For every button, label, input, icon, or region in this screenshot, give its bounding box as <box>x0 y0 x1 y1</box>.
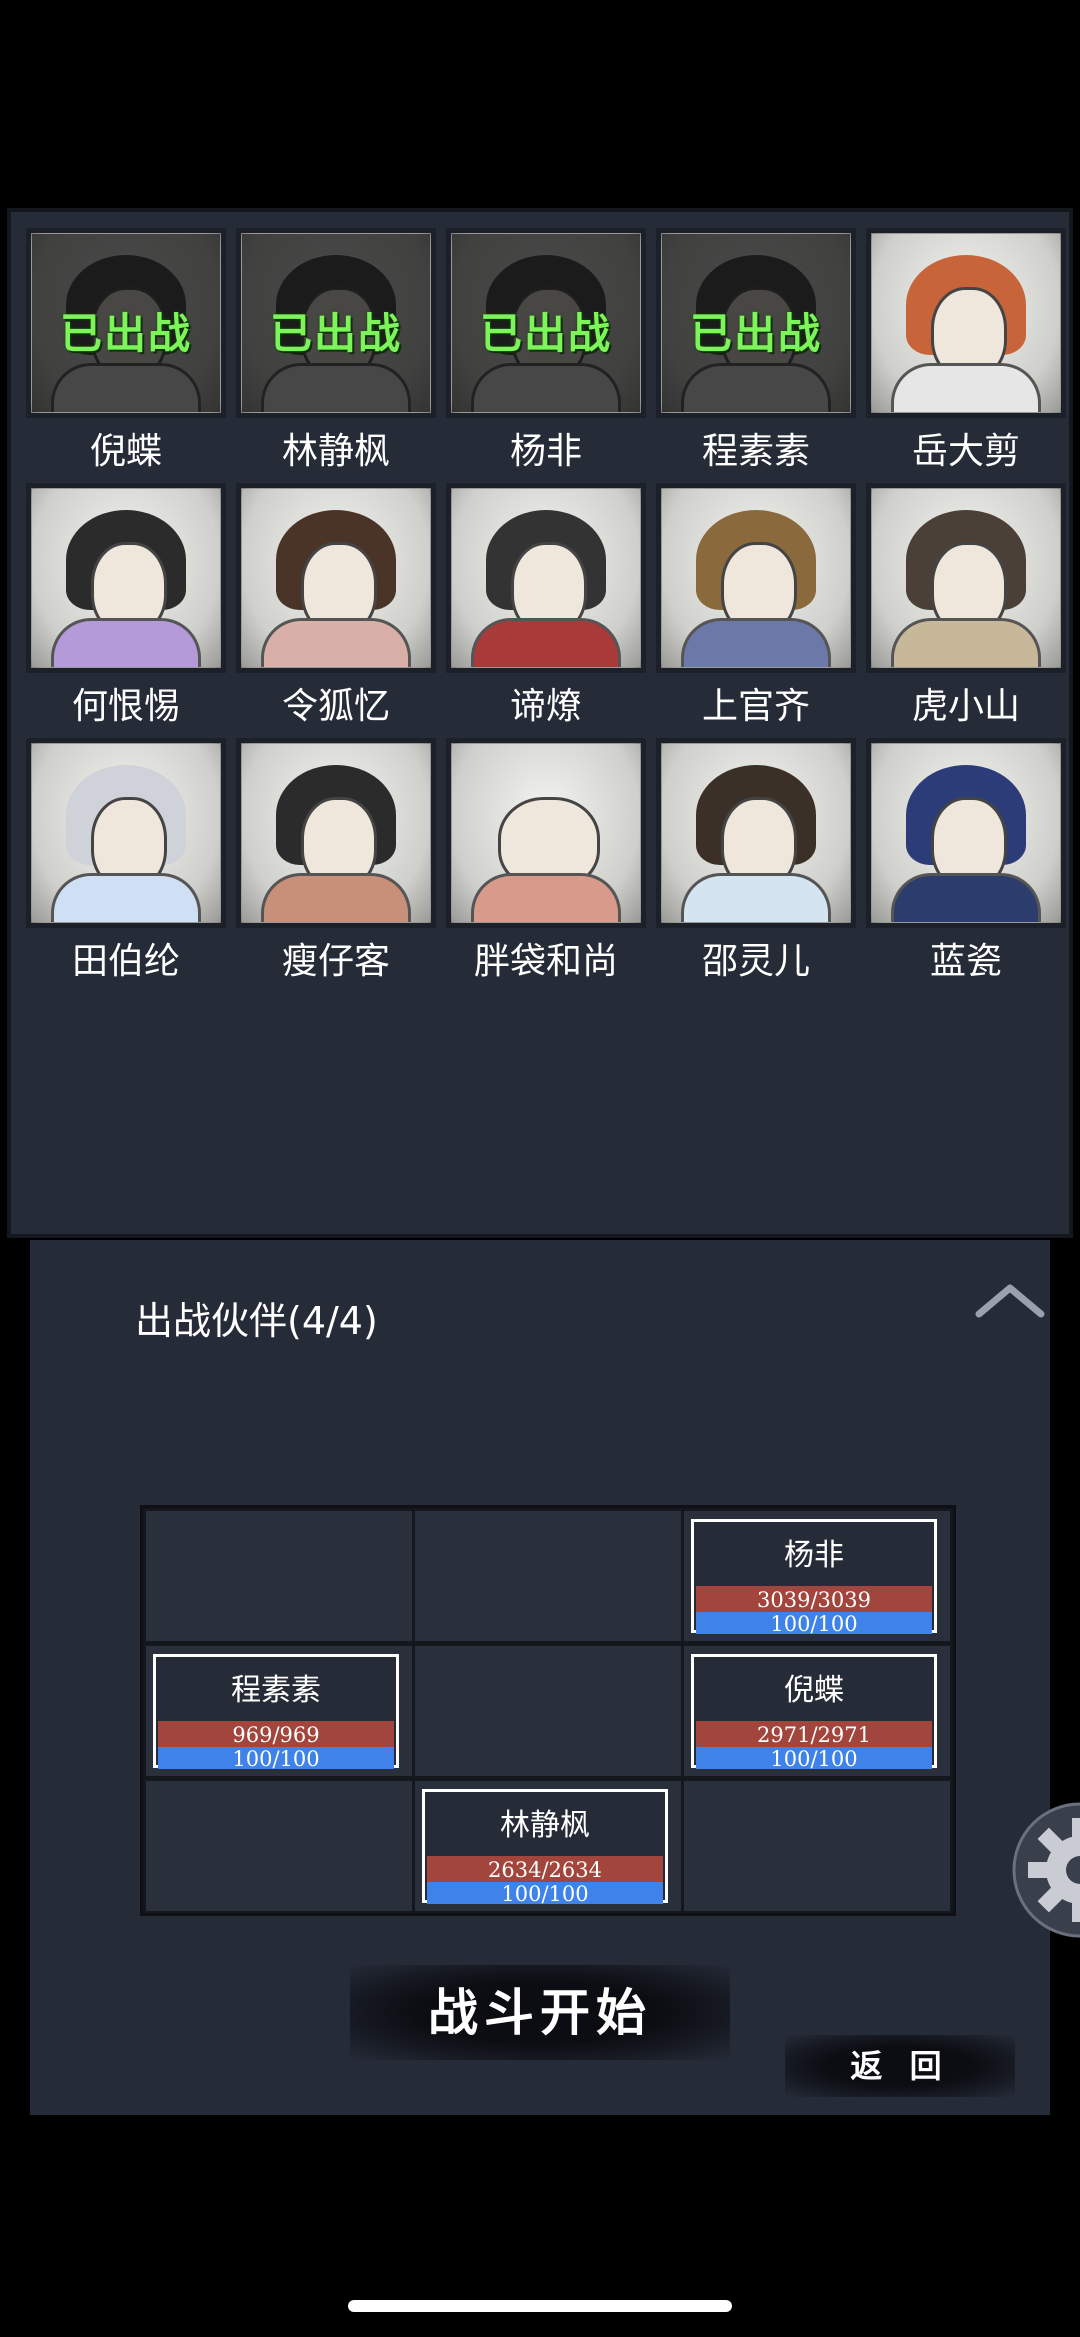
mp-bar: 100/100 <box>696 1612 932 1636</box>
unit-name: 程素素 <box>231 1673 321 1708</box>
mp-bar: 100/100 <box>427 1882 663 1906</box>
unit-name: 倪蝶 <box>784 1673 844 1708</box>
companion-portrait <box>872 234 1060 412</box>
formation-slot[interactable] <box>684 1781 950 1911</box>
companion-card-shangguanqi[interactable] <box>656 483 856 673</box>
formation-slot[interactable] <box>415 1646 681 1776</box>
companion-card-shaolinger[interactable] <box>656 738 856 928</box>
companion-name: 岳大剪 <box>911 431 1020 472</box>
unit-name: 林静枫 <box>500 1808 590 1843</box>
companion-name: 蓝瓷 <box>929 941 1002 982</box>
deployed-badge: 已出战 <box>689 309 822 358</box>
companion-portrait <box>662 489 850 667</box>
formation-unit-card[interactable]: 程素素 969/969 100/100 <box>153 1654 399 1771</box>
companion-card-tianbolun[interactable] <box>26 738 226 928</box>
companion-portrait <box>242 489 430 667</box>
formation-slot[interactable] <box>415 1511 681 1641</box>
companion-portrait <box>452 744 640 922</box>
companion-card-yuedajian[interactable] <box>866 228 1066 418</box>
companion-name: 瘦仔客 <box>281 941 390 982</box>
hp-bar: 2971/2971 <box>696 1721 932 1747</box>
gear-icon[interactable] <box>1010 1800 1080 1940</box>
formation-grid: 杨非 3039/3039 100/100 程素素 969/969 100/100… <box>140 1505 956 1916</box>
companion-portrait <box>452 489 640 667</box>
companion-name: 何恨惕 <box>71 686 180 727</box>
companion-name: 谛燎 <box>509 686 582 727</box>
mp-bar: 100/100 <box>696 1747 932 1771</box>
formation-slot[interactable] <box>146 1511 412 1641</box>
deployed-badge: 已出战 <box>479 309 612 358</box>
companion-card-shouzaike[interactable] <box>236 738 436 928</box>
companion-name: 胖袋和尚 <box>473 941 618 982</box>
companion-card-huxiaoshan[interactable] <box>866 483 1066 673</box>
start-battle-button[interactable]: 战斗开始 <box>350 1965 730 2060</box>
companion-name: 倪蝶 <box>89 431 162 472</box>
party-title: 出战伙伴(4/4) <box>135 1299 378 1343</box>
home-indicator[interactable] <box>348 2300 732 2312</box>
companion-name: 邵灵儿 <box>701 941 810 982</box>
formation-slot[interactable]: 程素素 969/969 100/100 <box>146 1646 412 1776</box>
hp-bar: 2634/2634 <box>427 1856 663 1882</box>
companion-name: 杨非 <box>509 431 582 472</box>
hp-bar: 969/969 <box>158 1721 394 1747</box>
companion-name: 程素素 <box>701 431 810 472</box>
back-button[interactable]: 返 回 <box>785 2035 1015 2097</box>
companion-card-nidie[interactable]: 已出战 <box>26 228 226 418</box>
companion-roster-panel: 已出战 倪蝶 已出战 林静枫 已出战 杨非 已出战 程素素 岳大剪 何恨惕 令狐… <box>7 208 1073 1238</box>
mp-bar: 100/100 <box>158 1747 394 1771</box>
formation-slot[interactable]: 林静枫 2634/2634 100/100 <box>415 1781 681 1911</box>
unit-name: 杨非 <box>784 1538 844 1573</box>
deployed-party-panel: 出战伙伴(4/4) 杨非 3039/3039 100/100 程素素 969/9… <box>30 1240 1050 2115</box>
hp-bar: 3039/3039 <box>696 1586 932 1612</box>
formation-slot[interactable]: 倪蝶 2971/2971 100/100 <box>684 1646 950 1776</box>
companion-card-lanci[interactable] <box>866 738 1066 928</box>
formation-slot[interactable]: 杨非 3039/3039 100/100 <box>684 1511 950 1641</box>
companion-name: 令狐忆 <box>281 686 390 727</box>
companion-card-diliao[interactable] <box>446 483 646 673</box>
companion-card-yangfei[interactable]: 已出战 <box>446 228 646 418</box>
formation-unit-card[interactable]: 倪蝶 2971/2971 100/100 <box>691 1654 937 1771</box>
companion-portrait <box>662 744 850 922</box>
companion-card-linghuyi[interactable] <box>236 483 436 673</box>
companion-card-pangdaiheshang[interactable] <box>446 738 646 928</box>
companion-card-chengsusu[interactable]: 已出战 <box>656 228 856 418</box>
deployed-badge: 已出战 <box>269 309 402 358</box>
companion-name: 林静枫 <box>281 431 390 472</box>
deployed-badge: 已出战 <box>59 309 192 358</box>
formation-slot[interactable] <box>146 1781 412 1911</box>
companion-portrait <box>242 744 430 922</box>
companion-name: 田伯纶 <box>71 941 180 982</box>
companion-card-hehenti[interactable] <box>26 483 226 673</box>
formation-unit-card[interactable]: 林静枫 2634/2634 100/100 <box>422 1789 668 1906</box>
companion-portrait <box>32 489 220 667</box>
chevron-up-icon[interactable] <box>975 1280 1045 1320</box>
companion-portrait <box>872 744 1060 922</box>
formation-unit-card[interactable]: 杨非 3039/3039 100/100 <box>691 1519 937 1636</box>
companion-card-linjingfeng[interactable]: 已出战 <box>236 228 436 418</box>
companion-portrait <box>32 744 220 922</box>
companion-name: 虎小山 <box>911 686 1020 727</box>
companion-name: 上官齐 <box>701 686 810 727</box>
companion-portrait <box>872 489 1060 667</box>
